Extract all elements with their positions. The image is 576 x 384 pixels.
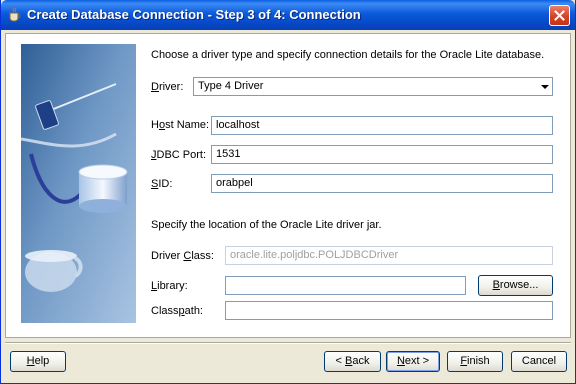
- classpath-input[interactable]: [225, 301, 553, 320]
- finish-button[interactable]: Finish: [447, 351, 503, 372]
- sid-input[interactable]: orabpel: [211, 174, 553, 193]
- close-button[interactable]: [549, 5, 570, 26]
- driver-select-value: Type 4 Driver: [198, 80, 264, 92]
- host-name-input[interactable]: localhost: [211, 116, 553, 135]
- wizard-side-illustration: [21, 44, 136, 323]
- library-input[interactable]: [225, 276, 466, 295]
- driver-class-input: oracle.lite.poljdbc.POLJDBCDriver: [225, 246, 553, 265]
- title-bar[interactable]: Create Database Connection - Step 3 of 4…: [1, 0, 575, 30]
- close-icon: [554, 10, 565, 21]
- next-button[interactable]: Next >: [386, 351, 440, 372]
- classpath-label: Classpath:: [151, 305, 203, 317]
- driver-select[interactable]: Type 4 Driver: [193, 77, 553, 96]
- driver-label: Driver:: [151, 81, 184, 93]
- help-button[interactable]: Help: [10, 351, 66, 372]
- java-cup-icon: [7, 7, 23, 23]
- wizard-content-panel: Choose a driver type and specify connect…: [5, 33, 571, 338]
- cancel-button[interactable]: Cancel: [511, 351, 567, 372]
- button-bar-separator: [5, 342, 571, 344]
- jdbc-port-label: JDBC Port:: [151, 149, 207, 161]
- driver-jar-instructions: Specify the location of the Oracle Lite …: [151, 219, 382, 231]
- host-name-label: Host Name:: [151, 119, 210, 131]
- chevron-down-icon: [541, 85, 549, 89]
- back-button[interactable]: < Back: [324, 351, 381, 372]
- sid-label: SID:: [151, 178, 173, 190]
- jdbc-port-input[interactable]: 1531: [211, 145, 553, 164]
- browse-button[interactable]: Browse...: [478, 275, 553, 296]
- library-label: Library:: [151, 280, 188, 292]
- window-title: Create Database Connection - Step 3 of 4…: [27, 7, 361, 22]
- instructions-text: Choose a driver type and specify connect…: [151, 49, 545, 61]
- dialog-window: Create Database Connection - Step 3 of 4…: [0, 0, 576, 384]
- driver-class-label: Driver Class:: [151, 250, 214, 262]
